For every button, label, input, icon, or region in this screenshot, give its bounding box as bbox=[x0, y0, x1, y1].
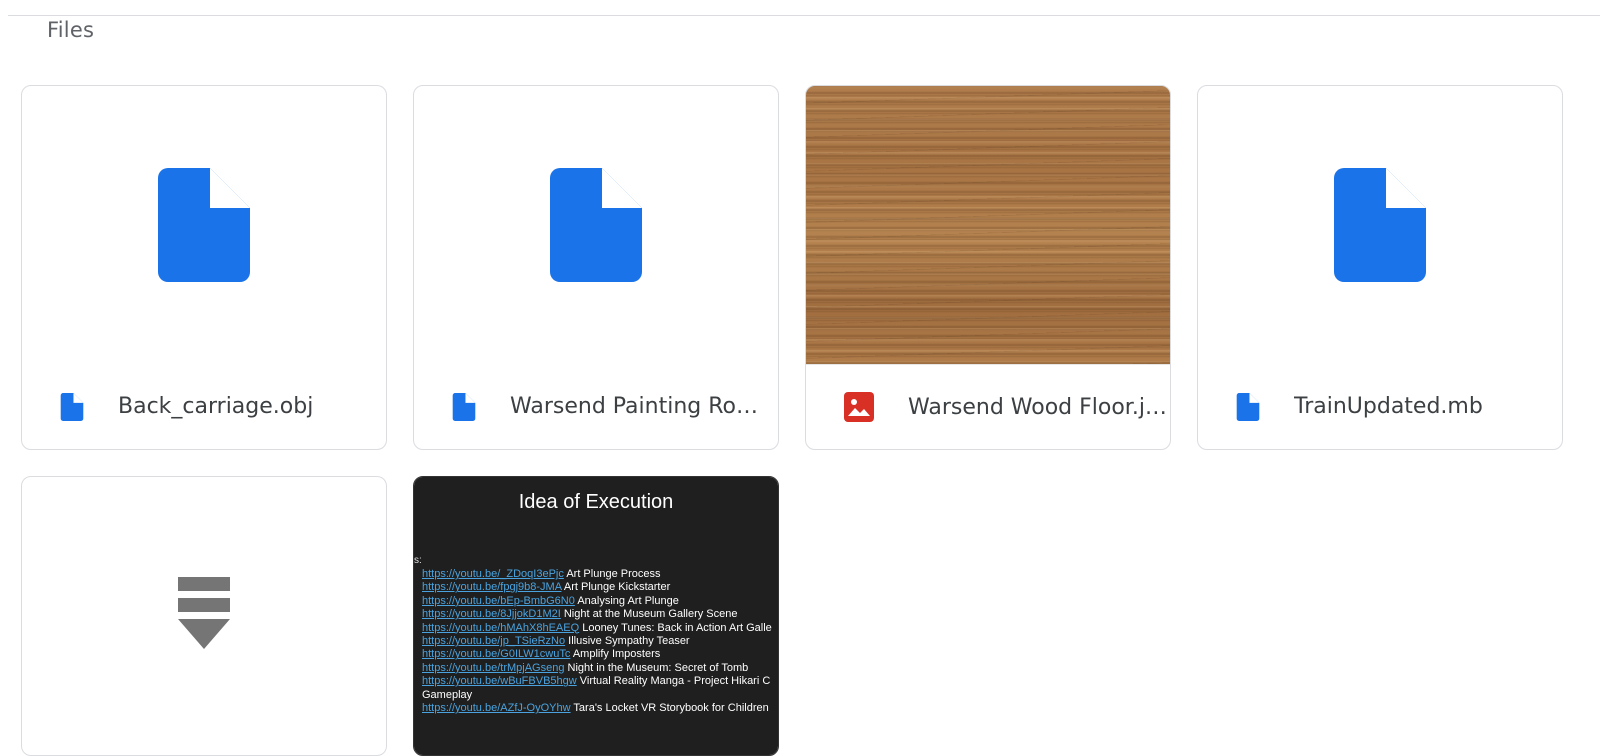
slide-line: https://youtu.be/fpgj9b8-JMA Art Plunge … bbox=[422, 581, 772, 594]
file-card[interactable]: Warsend Painting Roo… bbox=[413, 85, 779, 450]
file-card[interactable]: Back_carriage.obj bbox=[21, 85, 387, 450]
file-name: Back_carriage.obj bbox=[118, 394, 314, 419]
doc-icon bbox=[550, 168, 642, 282]
slide-link: https://youtu.be/_ZDoqI3ePjc bbox=[422, 568, 564, 580]
slide-line: https://youtu.be/wBuFBVB5hgw Virtual Rea… bbox=[422, 675, 772, 688]
file-card[interactable] bbox=[21, 476, 387, 756]
file-preview bbox=[22, 573, 386, 653]
image-icon bbox=[844, 392, 874, 422]
file-preview bbox=[414, 86, 778, 364]
file-preview bbox=[1198, 86, 1562, 364]
slide-link: https://youtu.be/jp_TSieRzNo bbox=[422, 635, 566, 648]
slide-link: https://youtu.be/fpgj9b8-JMA bbox=[422, 581, 562, 594]
image-preview bbox=[806, 86, 1170, 364]
slide-link: https://youtu.be/AZfJ-OyOYhw bbox=[422, 702, 571, 715]
slide-line: https://youtu.be/_ZDoqI3ePjc Art Plunge … bbox=[422, 568, 772, 581]
slide-link-caption: Gameplay bbox=[422, 688, 473, 701]
doc-icon bbox=[1236, 392, 1260, 421]
file-name: TrainUpdated.mb bbox=[1294, 394, 1483, 419]
slide-link-caption: Looney Tunes: Back in Action Art Galle bbox=[579, 621, 772, 634]
top-divider bbox=[8, 15, 1600, 16]
download-icon bbox=[178, 577, 230, 649]
slide-link-caption: Illusive Sympathy Teaser bbox=[565, 635, 690, 648]
file-preview bbox=[22, 86, 386, 364]
slide-link-caption: Art Plunge Process bbox=[563, 568, 661, 580]
slide-link: https://youtu.be/bEp-BmbG6N0 bbox=[422, 594, 575, 607]
slide-link-caption: Night at the Museum Gallery Scene bbox=[560, 608, 738, 621]
file-card[interactable]: TrainUpdated.mb bbox=[1197, 85, 1563, 450]
slide-line: https://youtu.be/trMpjAGseng Night in th… bbox=[422, 662, 772, 675]
slide-link-list: https://youtu.be/_ZDoqI3ePjc Art Plunge … bbox=[422, 568, 772, 715]
slide-link: https://youtu.be/8JjjokD1M2I bbox=[422, 608, 561, 621]
doc-icon bbox=[158, 168, 250, 282]
slide-link: https://youtu.be/trMpjAGseng bbox=[422, 661, 565, 674]
slide-link-caption: Amplify Imposters bbox=[570, 648, 661, 661]
slide-prefix: s: bbox=[414, 555, 422, 566]
slide-title: Idea of Execution bbox=[518, 491, 674, 513]
slide-link-caption: Analysing Art Plunge bbox=[574, 594, 679, 607]
slide-preview: Idea of Execution s: https://youtu.be/_Z… bbox=[414, 477, 778, 755]
slide-link: https://youtu.be/wBuFBVB5hgw bbox=[422, 675, 577, 688]
slide-line: https://youtu.be/AZfJ-OyOYhw Tara's Lock… bbox=[422, 702, 772, 715]
file-card[interactable]: Warsend Wood Floor.j… bbox=[805, 85, 1171, 450]
section-title: Files bbox=[47, 18, 95, 42]
slide-link-caption: Virtual Reality Manga - Project Hikari C bbox=[576, 675, 771, 688]
slide-line: Gameplay bbox=[422, 689, 772, 702]
slide-link: https://youtu.be/hMAhX8hEAEQ bbox=[422, 621, 580, 634]
doc-icon bbox=[1334, 168, 1426, 282]
slide-link-caption: Night in the Museum: Secret of Tomb bbox=[564, 661, 749, 674]
slide-line: https://youtu.be/hMAhX8hEAEQ Looney Tune… bbox=[422, 622, 772, 635]
file-name: Warsend Painting Roo… bbox=[510, 394, 770, 419]
doc-icon bbox=[452, 392, 476, 421]
slide-link: https://youtu.be/G0ILW1cwuTc bbox=[422, 648, 571, 661]
slide-link-caption: Tara's Locket VR Storybook for Children bbox=[570, 702, 769, 715]
slide-line: https://youtu.be/bEp-BmbG6N0 Analysing A… bbox=[422, 595, 772, 608]
doc-icon bbox=[60, 392, 84, 421]
file-name: Warsend Wood Floor.j… bbox=[908, 394, 1167, 420]
slide-line: https://youtu.be/G0ILW1cwuTc Amplify Imp… bbox=[422, 648, 772, 661]
file-card[interactable]: Idea of Execution s: https://youtu.be/_Z… bbox=[413, 476, 779, 756]
slide-link-caption: Art Plunge Kickstarter bbox=[561, 581, 671, 594]
slide-line: https://youtu.be/jp_TSieRzNo Illusive Sy… bbox=[422, 635, 772, 648]
slide-line: https://youtu.be/8JjjokD1M2I Night at th… bbox=[422, 608, 772, 621]
